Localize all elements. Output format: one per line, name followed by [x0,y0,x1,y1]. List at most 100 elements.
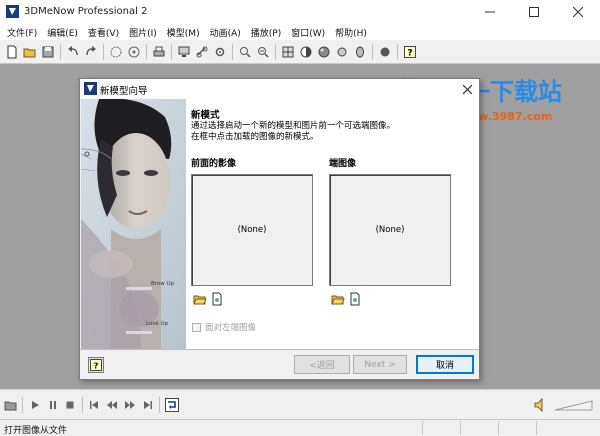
record-icon [380,47,390,56]
playback-separator [159,397,160,413]
minimize-button[interactable] [468,0,512,24]
side-image-file-icon[interactable] [348,292,362,306]
skip-start-icon[interactable] [89,400,99,410]
light-icon [337,47,347,56]
gear-icon [215,47,225,56]
back-button[interactable]: <返回 [294,355,350,374]
open-folder-icon[interactable] [4,399,18,411]
close-button[interactable] [556,0,600,24]
wizard-photo: Brow Up Look Up [81,99,186,349]
close-icon [462,84,472,94]
status-text: 打开图像从文件 [4,426,68,436]
front-open-folder-icon[interactable] [193,292,207,306]
fast-forward-icon[interactable] [124,400,136,410]
menu-file[interactable]: 文件(F) [2,26,42,39]
skip-end-icon[interactable] [143,400,153,410]
menu-model[interactable]: 模型(M) [162,26,205,39]
toolbar-separator [146,43,147,60]
minimize-icon [485,11,495,13]
export-button[interactable] [175,43,193,61]
toolbar-separator [397,43,398,60]
side-open-folder-icon[interactable] [331,292,345,306]
wizard-icon [84,82,97,95]
face-left-checkbox-row[interactable]: 面对左端图像 [192,321,256,333]
rotate-button[interactable] [107,43,125,61]
light-button[interactable] [333,43,351,61]
link-button[interactable] [193,43,211,61]
settings-button[interactable] [211,43,229,61]
export-icon [178,46,190,57]
redo-icon [86,45,96,55]
record-button[interactable] [376,43,394,61]
texture-button[interactable] [315,43,333,61]
status-pane [422,421,460,435]
volume-slider[interactable] [554,398,594,412]
toolbar-separator [372,43,373,60]
wizard-content: 新模式 通过选择启动一个新的模型和图片前一个可选端图像。 在框中点击加载的图像的… [186,99,479,349]
toolbar-separator [171,43,172,60]
orbit-button[interactable] [125,43,143,61]
menu-image[interactable]: 图片(I) [124,26,162,39]
save-icon [42,46,54,57]
loop-icon[interactable] [165,398,179,412]
app-logo-icon [6,5,19,18]
status-pane [536,421,600,435]
side-image-label: 端图像 [329,159,357,169]
window-title: 3DMeNow Professional 2 [24,6,148,17]
head-icon [356,46,364,57]
speaker-icon[interactable] [534,398,546,412]
playback-bar [0,389,600,419]
new-file-icon [7,45,17,58]
dialog-footer-divider [80,349,479,350]
print-button[interactable] [150,43,168,61]
side-image-value: (None) [375,225,405,235]
front-image-value: (None) [237,225,267,235]
menu-window[interactable]: 窗口(W) [286,26,330,39]
head-button[interactable] [351,43,369,61]
description-line-2: 在框中点击加载的图像的新模式。 [191,132,319,142]
shade-button[interactable] [297,43,315,61]
side-image-preview[interactable]: (None) [329,174,451,286]
wireframe-button[interactable] [279,43,297,61]
save-button[interactable] [39,43,57,61]
status-pane [498,421,536,435]
zoom-in-button[interactable] [236,43,254,61]
svg-text:?: ? [94,362,99,371]
wizard-description: 通过选择启动一个新的模型和图片前一个可选端图像。 在框中点击加载的图像的新模式。 [191,121,395,143]
undo-button[interactable] [64,43,82,61]
redo-button[interactable] [82,43,100,61]
next-button[interactable]: Next > [353,355,407,374]
undo-icon [68,45,78,55]
front-image-label: 前面的影像 [191,159,237,169]
maximize-button[interactable] [512,0,556,24]
dialog-title: 新模型向导 [100,86,148,97]
rewind-icon[interactable] [106,400,118,410]
face-left-checkbox[interactable] [192,322,201,332]
zoom-out-button[interactable] [254,43,272,61]
new-model-wizard-dialog: 新模型向导 Brow Up Look Up 新模式 通过选择启动一个新的模型和图… [79,78,480,380]
play-icon[interactable] [30,400,40,410]
help-button[interactable]: ? [401,43,419,61]
description-line-1: 通过选择启动一个新的模型和图片前一个可选端图像。 [191,121,396,131]
wizard-heading: 新模式 [191,110,220,121]
status-bar: 打开图像从文件 [0,419,600,436]
close-icon [573,7,583,17]
front-image-preview[interactable]: (None) [191,174,313,286]
pause-icon[interactable] [48,400,58,410]
face-photo-image: Brow Up Look Up [81,99,186,349]
front-image-file-icon[interactable] [210,292,224,306]
open-button[interactable] [21,43,39,61]
dialog-close-button[interactable] [458,80,476,98]
stop-icon[interactable] [65,400,75,410]
menu-animation[interactable]: 动画(A) [205,26,246,39]
new-button[interactable] [3,43,21,61]
svg-text:?: ? [407,48,412,58]
cancel-button[interactable]: 取消 [416,355,474,374]
menu-play[interactable]: 播放(P) [246,26,286,39]
dialog-help-button[interactable]: ? [88,357,104,373]
menu-help[interactable]: 帮助(H) [330,26,372,39]
toolbar-separator [232,43,233,60]
menu-edit[interactable]: 编辑(E) [42,26,83,39]
menu-view[interactable]: 查看(V) [83,26,124,39]
dialog-title-bar: 新模型向导 [80,79,479,99]
